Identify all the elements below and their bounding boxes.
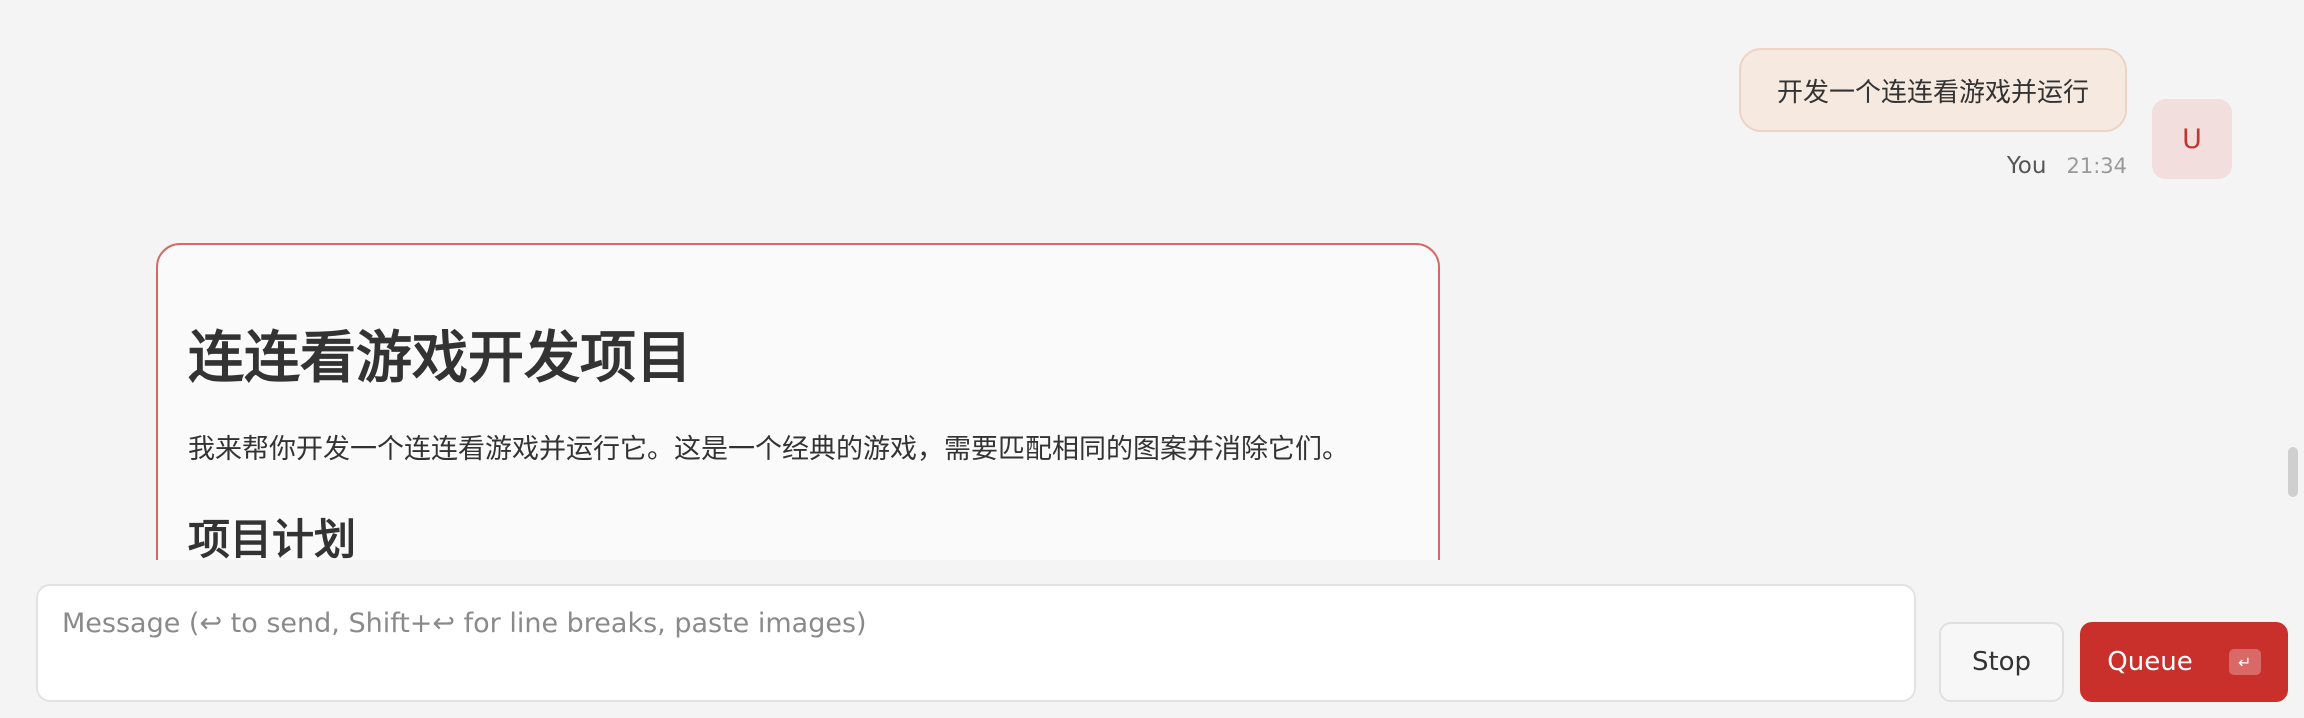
assistant-message-title: 连连看游戏开发项目 — [188, 326, 692, 391]
queue-button[interactable]: Queue ↵ — [2080, 622, 2288, 702]
stop-button-label: Stop — [1971, 647, 2032, 677]
sender-name: You — [2006, 153, 2047, 179]
user-message-bubble: 开发一个连连看游戏并运行 — [1739, 48, 2127, 132]
message-composer: Stop Queue ↵ — [0, 560, 2304, 718]
assistant-message-card: 连连看游戏开发项目 我来帮你开发一个连连看游戏并运行它。这是一个经典的游戏，需要… — [156, 243, 1440, 560]
avatar-letter: U — [2182, 123, 2202, 155]
user-message-meta: You 21:34 — [1960, 153, 2127, 179]
message-input[interactable] — [36, 584, 1916, 702]
stop-button[interactable]: Stop — [1939, 622, 2064, 702]
queue-button-label: Queue — [2107, 647, 2193, 677]
assistant-message-paragraph: 我来帮你开发一个连连看游戏并运行它。这是一个经典的游戏，需要匹配相同的图案并消除… — [188, 434, 1349, 465]
enter-key-icon: ↵ — [2228, 649, 2261, 675]
assistant-section-heading: 项目计划 — [188, 515, 357, 560]
user-avatar: U — [2152, 99, 2232, 179]
chat-transcript: 开发一个连连看游戏并运行 You 21:34 U 连连看游戏开发项目 我来帮你开… — [0, 0, 2304, 560]
scrollbar-thumb[interactable] — [2288, 447, 2298, 497]
message-timestamp: 21:34 — [2066, 154, 2127, 178]
user-message-text: 开发一个连连看游戏并运行 — [1776, 77, 2089, 108]
